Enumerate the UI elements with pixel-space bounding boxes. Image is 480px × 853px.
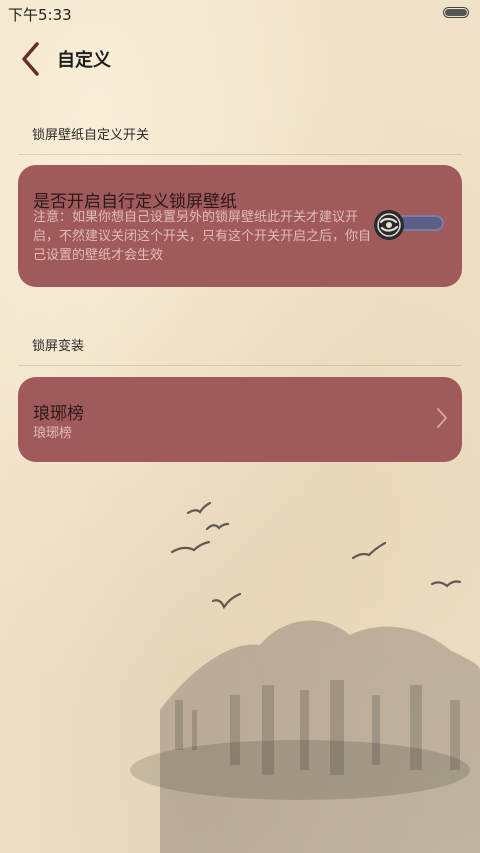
toggle-knob-icon bbox=[374, 210, 404, 240]
theme-item-subtitle: 琅琊榜 bbox=[33, 426, 73, 441]
back-button[interactable] bbox=[10, 36, 50, 82]
theme-item-langyabang[interactable]: 琅琊榜 琅琊榜 bbox=[18, 377, 462, 462]
chevron-left-icon bbox=[22, 42, 39, 76]
battery-level bbox=[445, 9, 467, 16]
header: 自定义 bbox=[0, 36, 480, 82]
divider bbox=[18, 154, 462, 155]
status-bar: 下午5:33 bbox=[0, 0, 480, 26]
chevron-right-icon bbox=[437, 408, 447, 428]
divider bbox=[18, 365, 462, 366]
custom-wallpaper-toggle[interactable] bbox=[372, 205, 444, 245]
page-title: 自定义 bbox=[57, 50, 111, 71]
status-time: 下午5:33 bbox=[8, 6, 72, 24]
section-label-wallpaper: 锁屏壁纸自定义开关 bbox=[32, 128, 150, 143]
ink-landscape-illustration bbox=[130, 501, 480, 853]
theme-item-title: 琅琊榜 bbox=[33, 404, 84, 424]
section-label-style: 锁屏变装 bbox=[32, 339, 85, 354]
custom-wallpaper-description: 注意：如果你想自己设置另外的锁屏壁纸此开关才建议开启，不然建议关闭这个开关，只有… bbox=[33, 210, 372, 263]
custom-wallpaper-card[interactable]: 是否开启自行定义锁屏壁纸 注意：如果你想自己设置另外的锁屏壁纸此开关才建议开启，… bbox=[18, 165, 462, 287]
battery-icon bbox=[443, 7, 469, 18]
